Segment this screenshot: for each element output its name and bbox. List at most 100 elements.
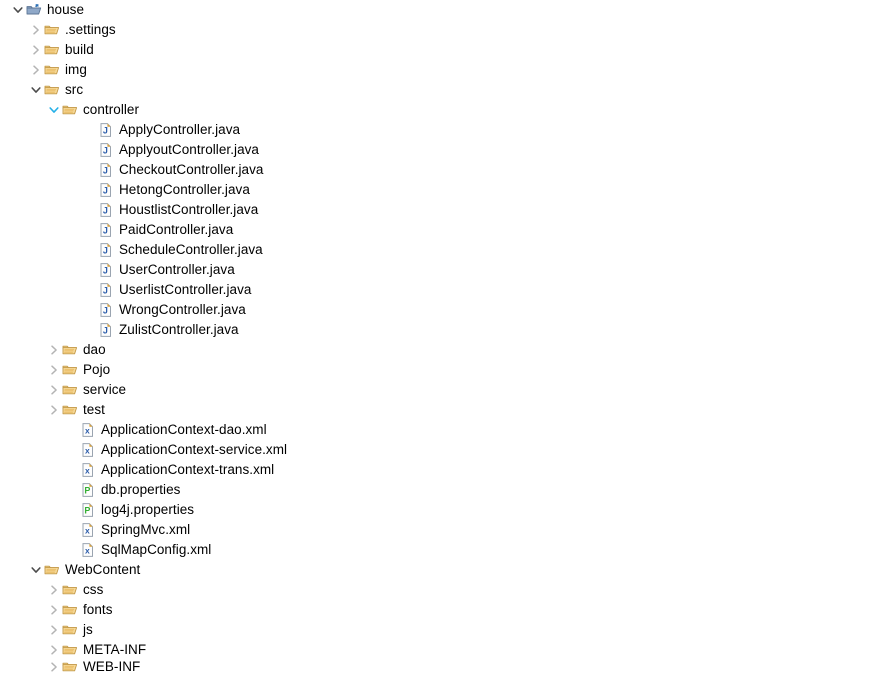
- tree-row[interactable]: x ApplicationContext-trans.xml: [0, 460, 896, 480]
- tree-row[interactable]: J ApplyoutController.java: [0, 140, 896, 160]
- tree-row[interactable]: J ZulistController.java: [0, 320, 896, 340]
- svg-text:J: J: [103, 286, 108, 296]
- java-file-icon: J: [98, 202, 114, 218]
- chevron-right-icon[interactable]: [46, 622, 62, 638]
- tree-item-label: ScheduleController.java: [119, 242, 263, 257]
- chevron-right-icon[interactable]: [46, 582, 62, 598]
- twisty-placeholder: [64, 542, 80, 558]
- tree-item-label: house: [47, 2, 85, 17]
- chevron-right-icon[interactable]: [28, 42, 44, 58]
- folder-icon: [44, 562, 60, 578]
- tree-row[interactable]: test: [0, 400, 896, 420]
- tree-row[interactable]: J UserlistController.java: [0, 280, 896, 300]
- tree-row[interactable]: x ApplicationContext-dao.xml: [0, 420, 896, 440]
- chevron-right-icon[interactable]: [46, 659, 62, 675]
- svg-text:J: J: [103, 146, 108, 156]
- tree-item-label: fonts: [83, 602, 113, 617]
- tree-row[interactable]: controller: [0, 100, 896, 120]
- chevron-right-icon[interactable]: [46, 402, 62, 418]
- tree-item-label: ApplyoutController.java: [119, 142, 259, 157]
- tree-row[interactable]: J ScheduleController.java: [0, 240, 896, 260]
- tree-row[interactable]: dao: [0, 340, 896, 360]
- twisty-placeholder: [82, 302, 98, 318]
- tree-row[interactable]: .settings: [0, 20, 896, 40]
- tree-row[interactable]: Pdb.properties: [0, 480, 896, 500]
- tree-item-label: SpringMvc.xml: [101, 522, 191, 537]
- chevron-right-icon[interactable]: [28, 62, 44, 78]
- tree-row[interactable]: J PaidController.java: [0, 220, 896, 240]
- chevron-right-icon[interactable]: [46, 602, 62, 618]
- tree-row[interactable]: build: [0, 40, 896, 60]
- xml-file-icon: x: [80, 462, 96, 478]
- project-explorer-tree[interactable]: house .settings build img src controller J Appl…: [0, 0, 896, 675]
- svg-text:x: x: [85, 466, 90, 476]
- tree-row[interactable]: WebContent: [0, 560, 896, 580]
- tree-item-label: ApplicationContext-trans.xml: [101, 462, 275, 477]
- tree-row[interactable]: x SqlMapConfig.xml: [0, 540, 896, 560]
- chevron-down-icon[interactable]: [46, 102, 62, 118]
- twisty-placeholder: [64, 462, 80, 478]
- tree-row[interactable]: src: [0, 80, 896, 100]
- svg-text:P: P: [84, 506, 90, 516]
- svg-text:J: J: [103, 246, 108, 256]
- svg-text:J: J: [103, 266, 108, 276]
- folder-icon: [62, 382, 78, 398]
- chevron-down-icon[interactable]: [28, 82, 44, 98]
- tree-row[interactable]: x SpringMvc.xml: [0, 520, 896, 540]
- svg-text:x: x: [85, 546, 90, 556]
- twisty-placeholder: [82, 262, 98, 278]
- tree-item-label: img: [65, 62, 87, 77]
- tree-row[interactable]: Plog4j.properties: [0, 500, 896, 520]
- chevron-right-icon[interactable]: [28, 22, 44, 38]
- tree-row[interactable]: J HetongController.java: [0, 180, 896, 200]
- tree-row[interactable]: js: [0, 620, 896, 640]
- tree-item-label: WEB-INF: [83, 659, 141, 674]
- java-file-icon: J: [98, 302, 114, 318]
- tree-row[interactable]: J HoustlistController.java: [0, 200, 896, 220]
- tree-row[interactable]: css: [0, 580, 896, 600]
- chevron-right-icon[interactable]: [46, 362, 62, 378]
- java-file-icon: J: [98, 322, 114, 338]
- svg-text:x: x: [85, 446, 90, 456]
- folder-icon: [44, 22, 60, 38]
- folder-icon: [62, 342, 78, 358]
- tree-row[interactable]: house: [0, 0, 896, 20]
- tree-item-label: log4j.properties: [101, 502, 195, 517]
- tree-item-label: ZulistController.java: [119, 322, 239, 337]
- chevron-down-icon[interactable]: [28, 562, 44, 578]
- java-file-icon: J: [98, 182, 114, 198]
- twisty-placeholder: [82, 122, 98, 138]
- tree-row[interactable]: Pojo: [0, 360, 896, 380]
- chevron-right-icon[interactable]: [46, 382, 62, 398]
- tree-row[interactable]: J CheckoutController.java: [0, 160, 896, 180]
- tree-row[interactable]: service: [0, 380, 896, 400]
- tree-row[interactable]: x ApplicationContext-service.xml: [0, 440, 896, 460]
- twisty-placeholder: [64, 442, 80, 458]
- tree-row[interactable]: J WrongController.java: [0, 300, 896, 320]
- chevron-right-icon[interactable]: [46, 642, 62, 658]
- tree-row[interactable]: fonts: [0, 600, 896, 620]
- chevron-right-icon[interactable]: [46, 342, 62, 358]
- chevron-down-icon[interactable]: [10, 2, 26, 18]
- svg-text:J: J: [103, 166, 108, 176]
- tree-item-label: WebContent: [65, 562, 141, 577]
- java-file-icon: J: [98, 282, 114, 298]
- tree-row[interactable]: img: [0, 60, 896, 80]
- tree-row[interactable]: WEB-INF: [0, 659, 896, 675]
- tree-item-label: ApplicationContext-dao.xml: [101, 422, 267, 437]
- tree-row[interactable]: J ApplyController.java: [0, 120, 896, 140]
- tree-row[interactable]: J UserController.java: [0, 260, 896, 280]
